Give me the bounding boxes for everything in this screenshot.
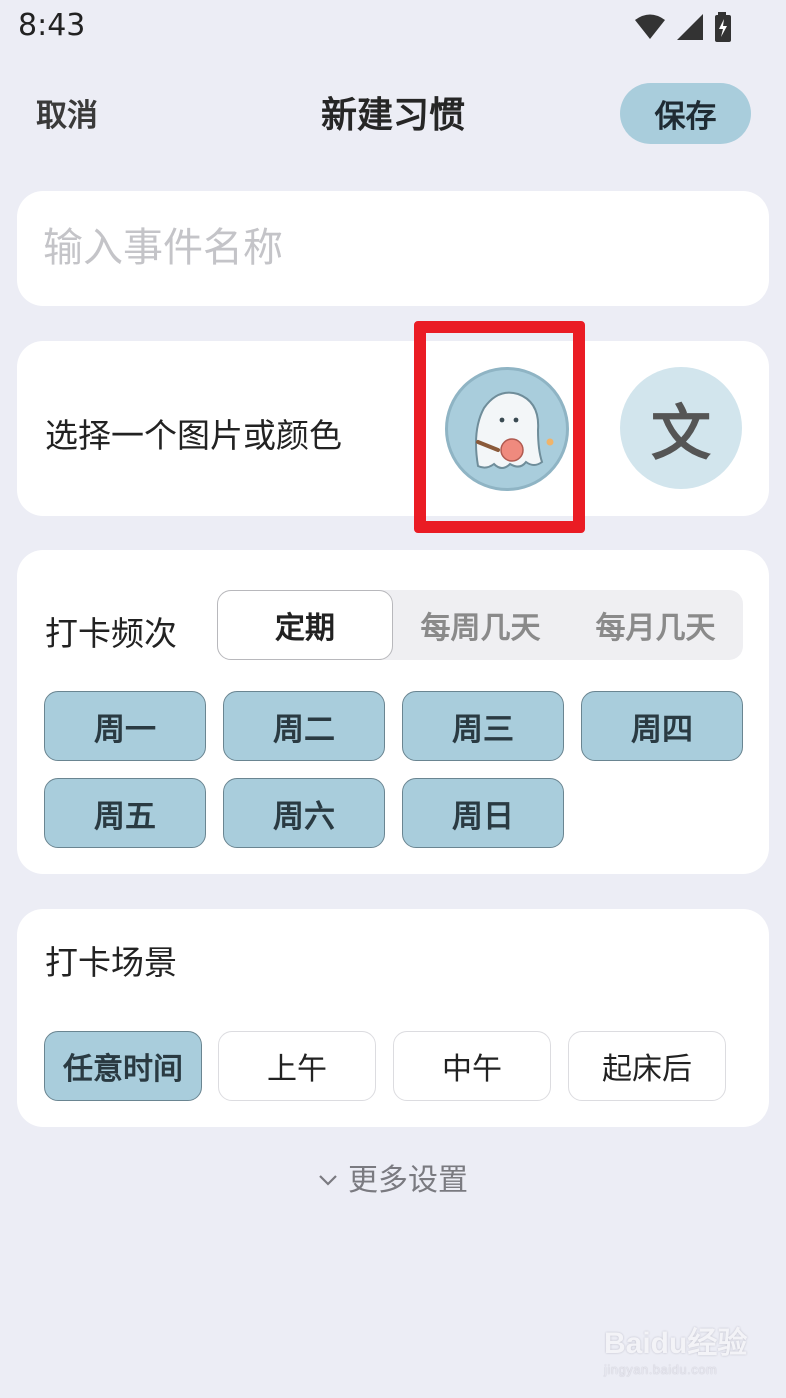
status-icons: [634, 12, 732, 46]
text-avatar-option[interactable]: 文: [620, 367, 742, 489]
save-button[interactable]: 保存: [620, 83, 751, 144]
more-settings-label: 更多设置: [348, 1163, 468, 1198]
scene-after-waking-button[interactable]: 起床后: [568, 1031, 726, 1101]
day-thursday-button[interactable]: 周四: [581, 691, 743, 761]
signal-icon: [676, 13, 704, 45]
day-monday-button[interactable]: 周一: [44, 691, 206, 761]
watermark-url: jingyan.baidu.com: [604, 1362, 718, 1377]
day-sunday-button[interactable]: 周日: [402, 778, 564, 848]
status-time: 8:43: [18, 8, 86, 43]
day-tuesday-button[interactable]: 周二: [223, 691, 385, 761]
scene-anytime-button[interactable]: 任意时间: [44, 1031, 202, 1101]
day-friday-button[interactable]: 周五: [44, 778, 206, 848]
scene-card: 打卡场景 任意时间 上午 中午 起床后: [17, 909, 769, 1127]
ghost-icon: [475, 391, 554, 469]
scene-noon-button[interactable]: 中午: [393, 1031, 551, 1101]
chevron-down-icon: [318, 1160, 338, 1195]
tab-days-per-month[interactable]: 每月几天: [568, 590, 743, 660]
tab-days-per-week[interactable]: 每周几天: [393, 590, 568, 660]
frequency-card: 打卡频次 定期 每周几天 每月几天 周一 周二 周三 周四 周五 周六 周日: [17, 550, 769, 874]
tab-periodic[interactable]: 定期: [217, 590, 393, 660]
scene-morning-button[interactable]: 上午: [218, 1031, 376, 1101]
baidu-watermark: Baidu经验 jingyan.baidu.com: [604, 1318, 754, 1378]
watermark-brand: Baidu经验: [604, 1327, 748, 1360]
picture-section-label: 选择一个图片或颜色: [45, 416, 342, 455]
ghost-avatar-option[interactable]: [445, 367, 569, 491]
day-saturday-button[interactable]: 周六: [223, 778, 385, 848]
scene-label: 打卡场景: [45, 943, 177, 982]
picture-card: 选择一个图片或颜色 文: [17, 341, 769, 516]
name-card: [17, 191, 769, 306]
frequency-label: 打卡频次: [45, 614, 177, 653]
wifi-icon: [634, 14, 666, 44]
battery-charging-icon: [714, 12, 732, 46]
day-wednesday-button[interactable]: 周三: [402, 691, 564, 761]
frequency-segmented-control: 定期 每周几天 每月几天: [217, 590, 743, 660]
header: 取消 新建习惯 保存: [0, 70, 786, 154]
status-bar: 8:43: [0, 0, 786, 56]
event-name-input[interactable]: [43, 215, 733, 281]
more-settings-toggle[interactable]: 更多设置: [0, 1155, 786, 1199]
